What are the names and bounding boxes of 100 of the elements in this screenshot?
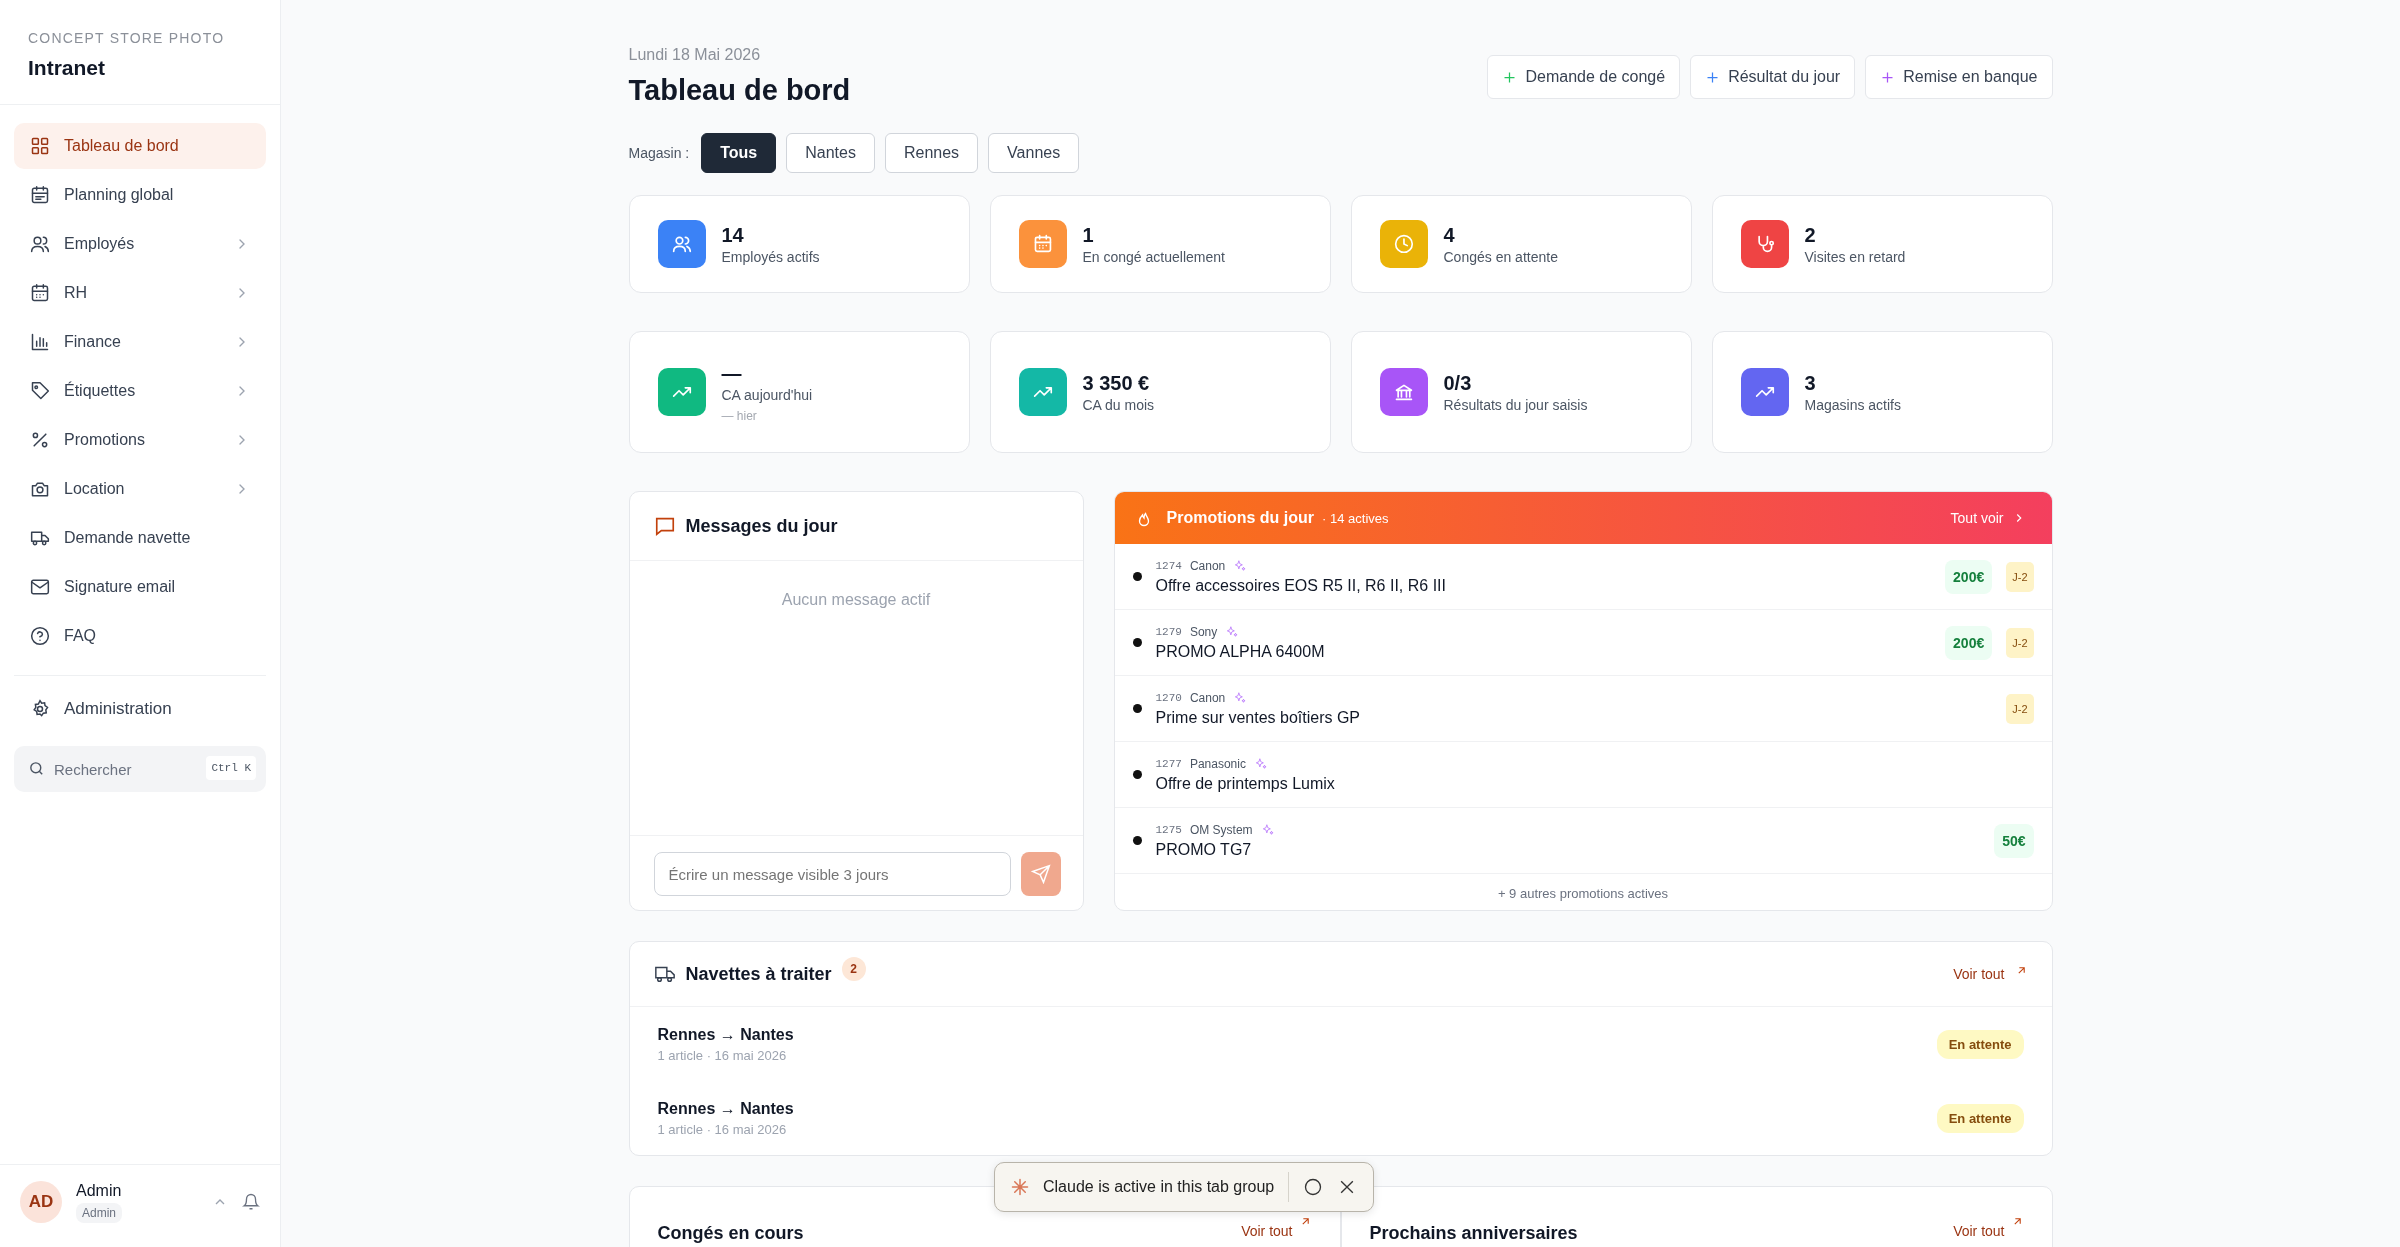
stat-value: 0/3: [1443, 371, 1473, 395]
stat-value: 14: [721, 223, 745, 247]
action-button[interactable]: Remise en banque: [1865, 55, 2053, 99]
store-tab[interactable]: Vannes: [988, 133, 1080, 173]
promotion-row[interactable]: 1270 Canon Prime sur ventes boîtiers GP J-2: [1114, 676, 2052, 742]
help-icon: [30, 626, 50, 646]
promotion-row[interactable]: 1274 Canon Offre accessoires EOS R5 II, R6 II, R6 III 200€ J-2: [1114, 544, 2052, 610]
shuttle-row[interactable]: Rennes → Nantes 1 article · 16 mai 2026 En attente: [629, 1007, 2052, 1081]
card-title: Messages du jour: [685, 515, 838, 537]
nav-item[interactable]: Planning global: [14, 172, 266, 218]
nav-item[interactable]: FAQ: [14, 613, 266, 659]
search-icon: [28, 760, 45, 777]
bullet-icon: [1132, 704, 1142, 713]
brand-text: Sony: [1189, 624, 1218, 639]
filter-label: Magasin :: [628, 145, 690, 161]
brand-text: Canon: [1189, 558, 1226, 573]
stat-label: Congés en attente: [1443, 248, 1558, 265]
stat-label: En congé actuellement: [1082, 248, 1225, 265]
see-all-link[interactable]: Voir tout: [1241, 1223, 1293, 1239]
sparkle-icon: [1233, 690, 1248, 705]
promo-number: 1277: [1155, 757, 1182, 770]
amount-badge: 200€: [1945, 559, 1993, 594]
mail-icon: [30, 577, 50, 597]
bell-icon[interactable]: [242, 1193, 260, 1211]
see-all-link[interactable]: Voir tout: [1953, 1223, 2005, 1239]
promo-number: 1274: [1155, 559, 1182, 572]
nav-item[interactable]: Tableau de bord: [14, 123, 266, 169]
sparkle-icon: [1225, 624, 1240, 639]
promotion-title: PROMO ALPHA 6400M: [1155, 642, 1326, 661]
brand-text: OM System: [1189, 822, 1253, 837]
nav-item[interactable]: Employés: [14, 221, 266, 267]
send-icon: [1030, 864, 1051, 884]
route-text: Rennes → Nantes: [657, 1099, 794, 1118]
promotion-row[interactable]: 1279 Sony PROMO ALPHA 6400M 200€ J-2: [1114, 610, 2052, 676]
brand-text: Canon: [1189, 690, 1226, 705]
stat-value: 1: [1082, 223, 1095, 247]
card-title: Congés en cours: [657, 1223, 804, 1244]
camera-icon: [30, 479, 50, 499]
sparkle-icon: [1253, 756, 1268, 771]
stat-value: 3 350 €: [1082, 371, 1151, 395]
brand-title: Intranet: [28, 56, 106, 80]
store-tab[interactable]: Tous: [701, 133, 777, 173]
card-title: Prochains anniversaires: [1369, 1223, 1578, 1244]
message-input[interactable]: Écrire un message visible 3 jours: [653, 852, 1011, 896]
see-all-link[interactable]: Voir tout: [1953, 966, 2005, 982]
promotion-title: Offre de printemps Lumix: [1155, 774, 1336, 793]
user-avatar[interactable]: AD: [20, 1181, 62, 1223]
shuttle-meta: 1 article · 16 mai 2026: [657, 1121, 788, 1137]
stat-label: CA aujourd'hui: [721, 386, 813, 403]
empty-text: Aucun message actif: [781, 591, 931, 608]
sparkle-icon: [1233, 558, 1248, 573]
toast-text: Claude is active in this tab group: [1043, 1178, 1275, 1196]
brand-subtitle: CONCEPT STORE PHOTO: [28, 30, 226, 46]
stat-value: 3: [1804, 371, 1817, 395]
store-tab[interactable]: Nantes: [786, 133, 875, 173]
brand-text: Panasonic: [1189, 756, 1246, 771]
settings-icon: [30, 699, 50, 719]
stat-label: Résultats du jour saisis: [1443, 396, 1588, 413]
nav-item[interactable]: Demande navette: [14, 515, 266, 561]
store-tab[interactable]: Rennes: [884, 133, 979, 173]
stat-label: Employés actifs: [721, 248, 820, 265]
stat-value: 4: [1443, 223, 1456, 247]
bullet-icon: [1132, 770, 1142, 779]
card-title: Navettes à traiter: [685, 963, 832, 985]
amount-badge: 50€: [1994, 823, 2034, 858]
nav-item[interactable]: Promotions: [14, 417, 266, 463]
asterisk-icon: [1011, 1178, 1029, 1196]
truck-icon: [30, 528, 50, 548]
action-button[interactable]: Demande de congé: [1487, 55, 1681, 99]
amount-badge: 200€: [1945, 625, 1993, 660]
shortcut-key: Ctrl K: [206, 756, 256, 780]
users-icon: [30, 234, 50, 254]
nav-item[interactable]: Location: [14, 466, 266, 512]
nav-item[interactable]: Administration: [14, 686, 266, 732]
see-all-link[interactable]: Tout voir: [1950, 510, 2004, 526]
bar-chart-icon: [30, 332, 50, 352]
tag-icon: [30, 381, 50, 401]
user-name: Admin: [76, 1181, 123, 1200]
nav-item[interactable]: RH: [14, 270, 266, 316]
stat-value: 2: [1804, 223, 1817, 247]
promotion-title: PROMO TG7: [1155, 840, 1253, 859]
promotion-row[interactable]: 1277 Panasonic Offre de printemps Lumix: [1114, 742, 2052, 808]
nav-item[interactable]: Finance: [14, 319, 266, 365]
stat-subtext: — hier: [721, 408, 758, 423]
stat-value: —: [721, 361, 743, 385]
nav-item[interactable]: Étiquettes: [14, 368, 266, 414]
action-button[interactable]: Résultat du jour: [1690, 55, 1856, 99]
promotion-row[interactable]: 1275 OM System PROMO TG7 50€: [1114, 808, 2052, 874]
role-badge: Admin: [76, 1202, 122, 1223]
bullet-icon: [1132, 836, 1142, 845]
date-text: Lundi 18 Mai 2026: [628, 46, 762, 64]
calendar-icon: [30, 185, 50, 205]
sparkle-icon: [1260, 822, 1275, 837]
deadline-badge: J-2: [2006, 561, 2034, 592]
percent-icon: [30, 430, 50, 450]
shuttle-meta: 1 article · 16 mai 2026: [657, 1047, 788, 1063]
shuttle-row[interactable]: Rennes → Nantes 1 article · 16 mai 2026 En attente: [629, 1081, 2052, 1155]
promo-number: 1279: [1155, 625, 1182, 638]
more-promotions-link[interactable]: + 9 autres promotions actives: [1114, 874, 2052, 901]
nav-item[interactable]: Signature email: [14, 564, 266, 610]
